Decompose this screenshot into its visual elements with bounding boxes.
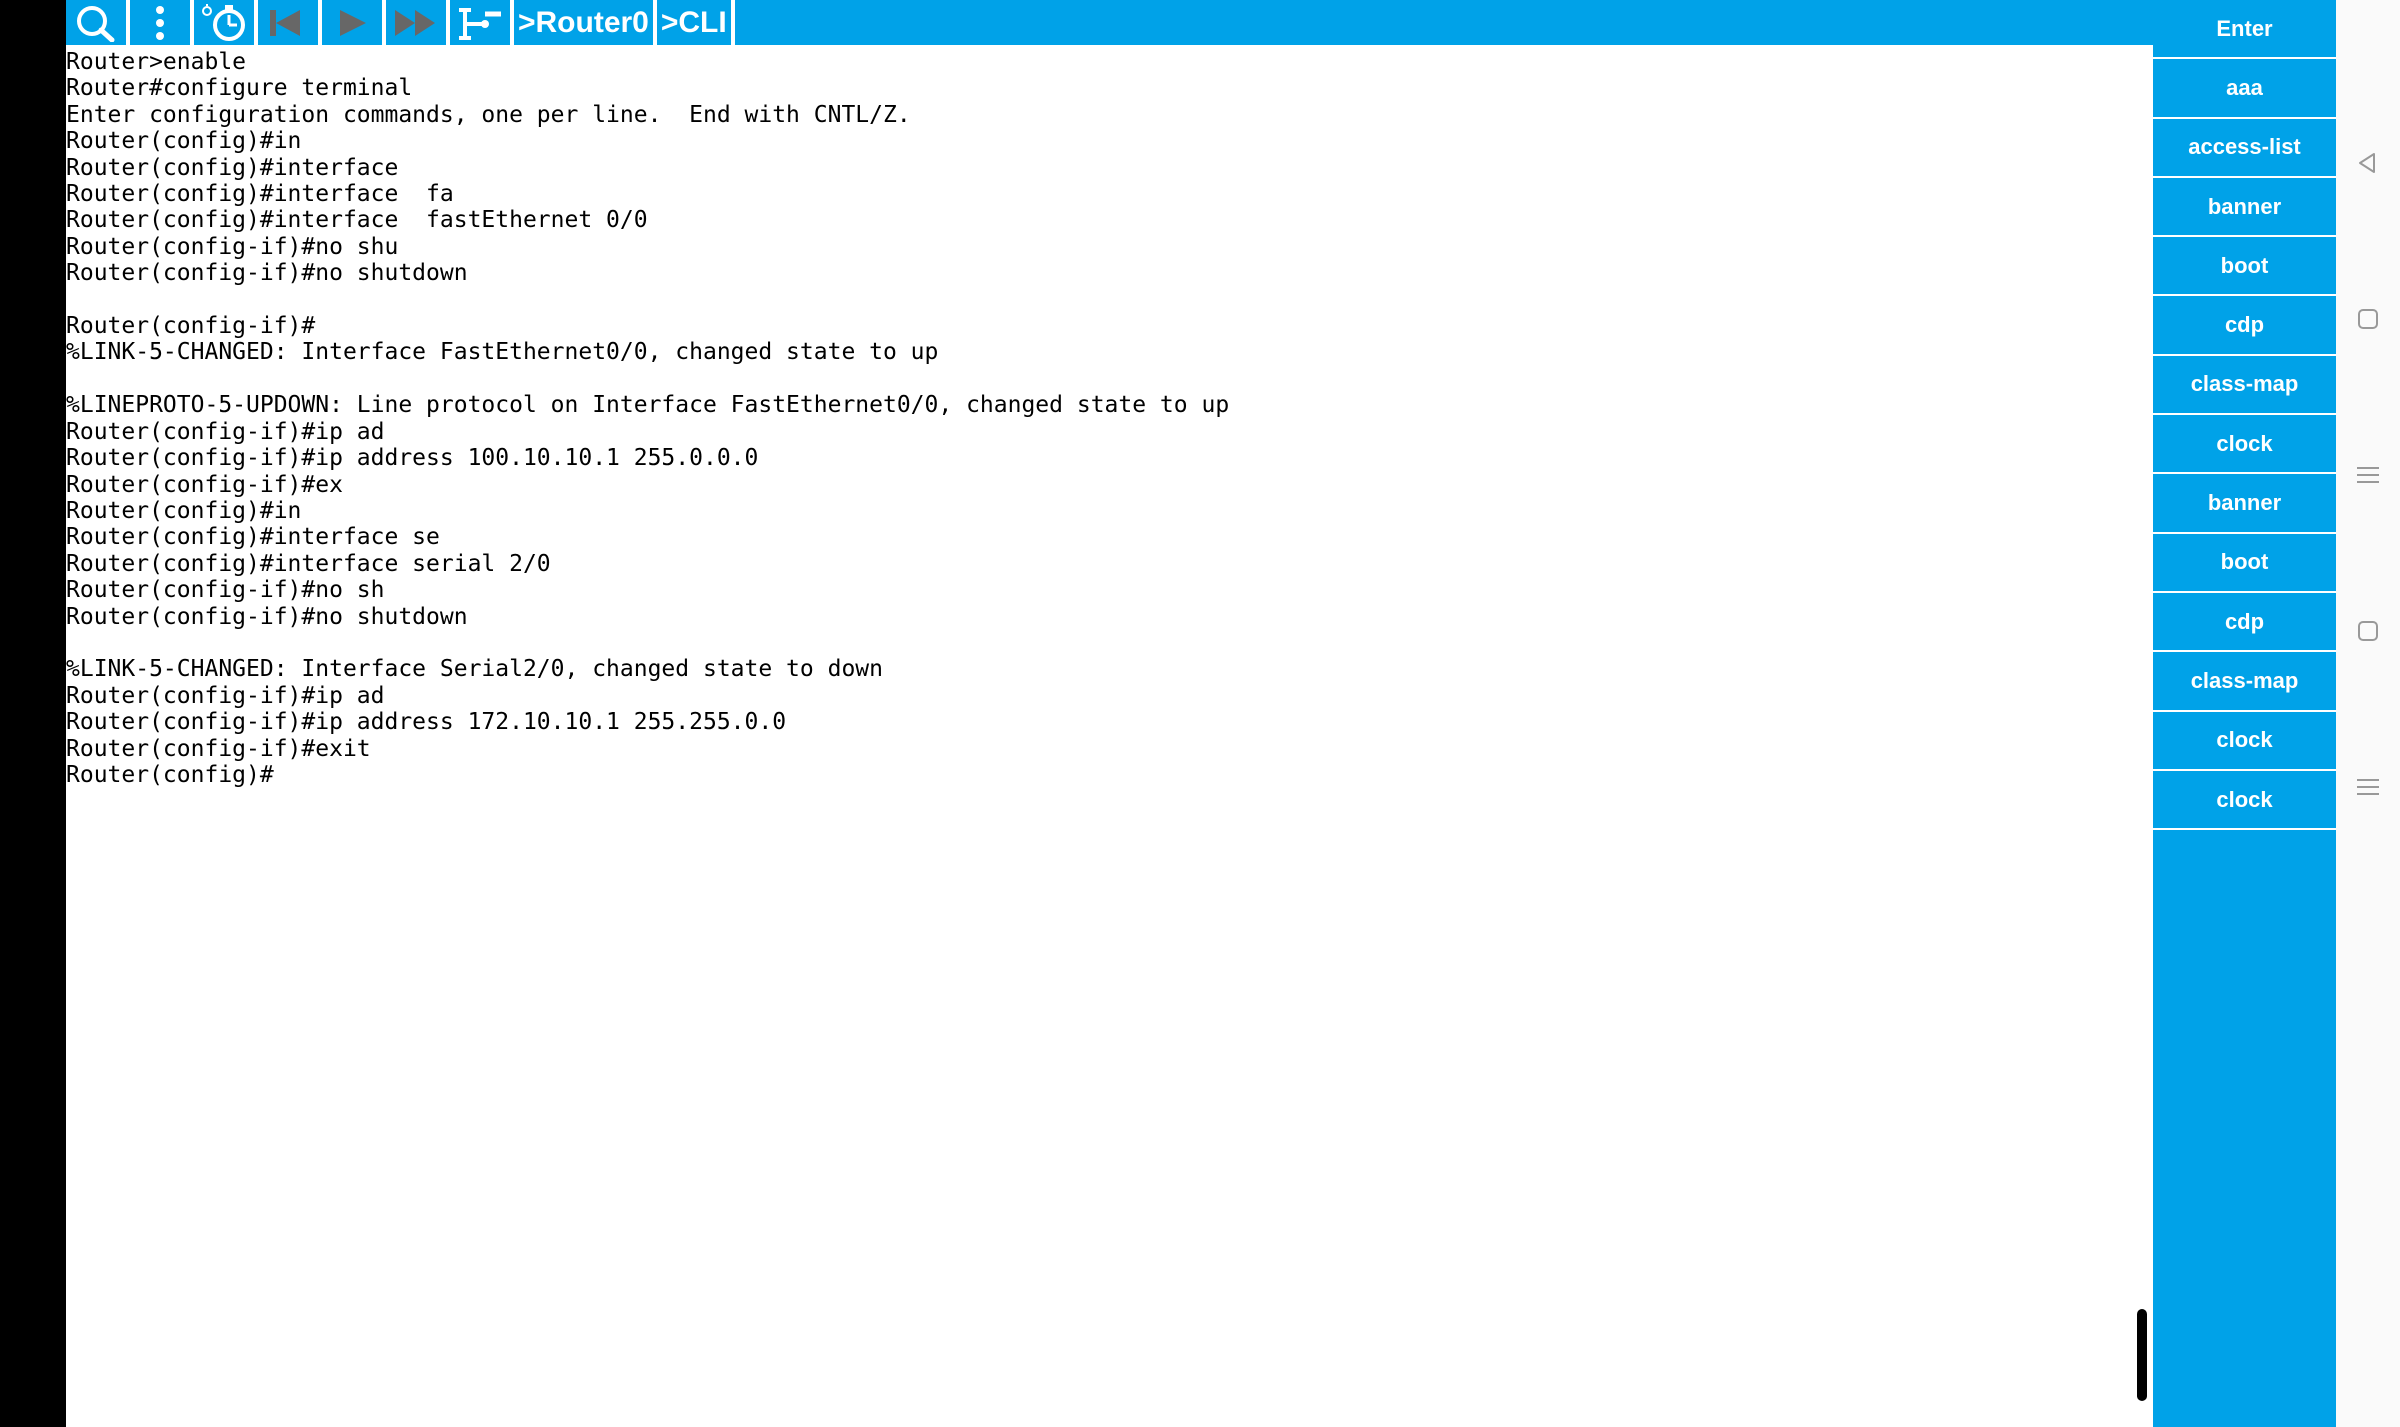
step-back-button[interactable] [258,0,322,45]
cmd-boot-2[interactable]: boot [2153,534,2336,593]
cmd-aaa[interactable]: aaa [2153,59,2336,118]
menu-lines-icon [2355,777,2381,797]
stopwatch-icon [199,3,249,43]
cmd-class-map[interactable]: class-map [2153,356,2336,415]
timer-button[interactable] [194,0,258,45]
toolbar: >Router0 >CLI [66,0,2153,45]
dots-vertical-icon [150,5,170,41]
square-icon [2357,620,2379,642]
cmd-class-map-2[interactable]: class-map [2153,652,2336,711]
cli-terminal[interactable]: Router>enable Router#configure terminal … [66,45,2153,1427]
breadcrumb-cli[interactable]: >CLI [657,0,735,45]
breadcrumb-cli-label: >CLI [661,6,727,40]
main-area: >Router0 >CLI Router>enable Router#confi… [66,0,2153,1427]
cmd-boot[interactable]: boot [2153,237,2336,296]
cmd-cdp-2[interactable]: cdp [2153,593,2336,652]
triangle-left-icon [2356,151,2380,175]
left-black-margin [0,0,66,1427]
play-button[interactable] [322,0,386,45]
nav-recent-2[interactable] [2353,772,2383,802]
nav-home[interactable] [2353,304,2383,334]
cmd-cdp[interactable]: cdp [2153,296,2336,355]
breadcrumb-router-label: >Router0 [518,6,649,40]
cmd-clock[interactable]: clock [2153,415,2336,474]
fast-forward-icon [391,6,441,40]
nav-recent[interactable] [2353,460,2383,490]
menu-button[interactable] [130,0,194,45]
network-split-icon [455,4,505,42]
fast-forward-button[interactable] [386,0,450,45]
scrollbar-thumb[interactable] [2137,1309,2147,1401]
command-sidebar: Enter aaa access-list banner boot cdp cl… [2153,0,2336,1427]
toolbar-fill [735,0,2153,45]
cmd-clock-2[interactable]: clock [2153,712,2336,771]
nav-back[interactable] [2353,148,2383,178]
nav-home-2[interactable] [2353,616,2383,646]
cmd-clock-3[interactable]: clock [2153,771,2336,830]
topology-button[interactable] [450,0,514,45]
search-icon [72,4,120,42]
cmd-banner[interactable]: banner [2153,178,2336,237]
square-icon [2357,308,2379,330]
system-nav [2336,0,2400,1427]
play-icon [332,6,372,40]
menu-lines-icon [2355,465,2381,485]
cmd-enter[interactable]: Enter [2153,0,2336,59]
cmd-access-list[interactable]: access-list [2153,119,2336,178]
cli-output: Router>enable Router#configure terminal … [66,49,2153,788]
search-button[interactable] [66,0,130,45]
step-back-icon [266,6,310,40]
cmd-banner-2[interactable]: banner [2153,474,2336,533]
breadcrumb-router[interactable]: >Router0 [514,0,657,45]
